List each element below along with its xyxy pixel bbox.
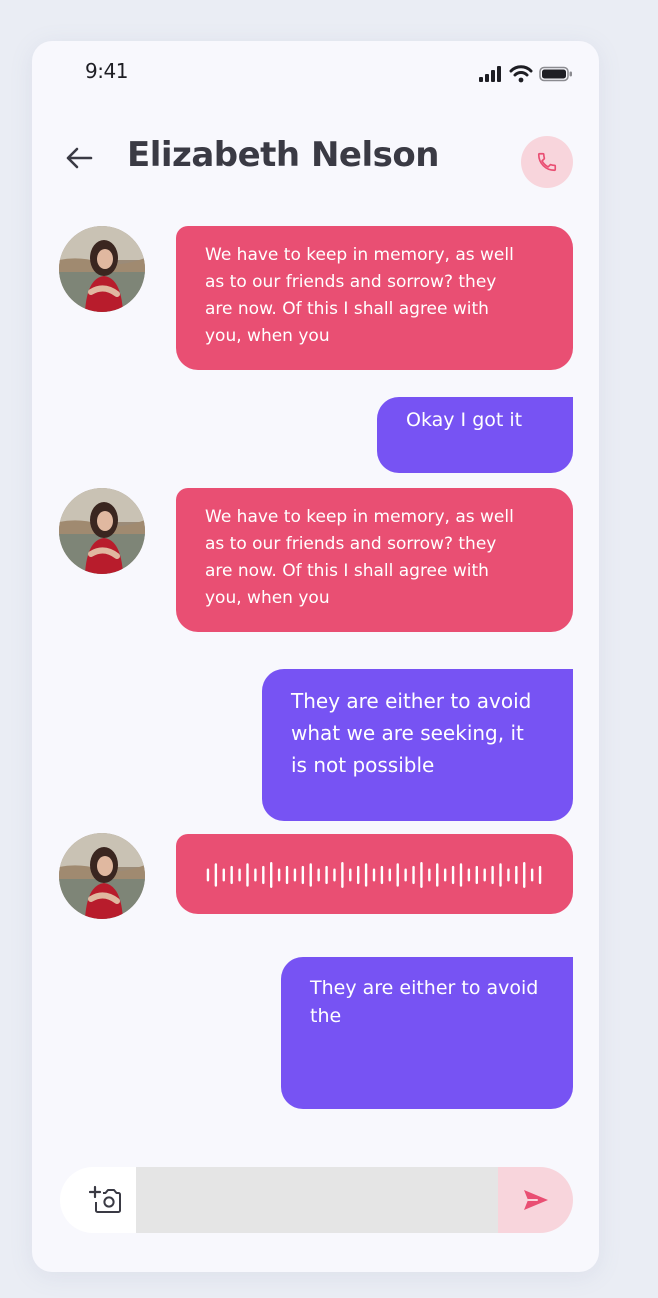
message-text: They are either to avoid what we are see… xyxy=(291,689,532,777)
avatar[interactable] xyxy=(59,488,145,574)
call-button[interactable] xyxy=(521,136,573,188)
message-text: We have to keep in memory, as well as to… xyxy=(205,245,514,346)
waveform-bar xyxy=(538,865,542,885)
waveform-bar xyxy=(356,865,360,885)
waveform-bar xyxy=(499,863,502,887)
message-bubble-incoming[interactable]: We have to keep in memory, as well as to… xyxy=(176,226,573,370)
message-input[interactable] xyxy=(136,1167,498,1233)
waveform-bar xyxy=(443,868,447,882)
waveform-bar xyxy=(404,868,407,882)
message-bubble-outgoing[interactable]: They are either to avoid the xyxy=(281,957,573,1109)
wifi-icon xyxy=(509,65,533,83)
message-bubble-outgoing[interactable]: They are either to avoid what we are see… xyxy=(262,669,573,821)
waveform-bar xyxy=(364,863,368,887)
add-photo-icon xyxy=(89,1185,121,1213)
waveform-bar xyxy=(238,868,241,882)
chat-screen: 9:41 Elizabeth Nelson We have to keep in… xyxy=(32,41,599,1272)
waveform-bar xyxy=(380,865,384,885)
waveform-bar xyxy=(262,865,265,885)
waveform-bar xyxy=(507,868,510,882)
waveform-bar xyxy=(396,863,399,887)
waveform-bar xyxy=(491,865,494,885)
waveform-bar xyxy=(254,868,257,882)
avatar-photo xyxy=(59,833,145,919)
waveform-bar xyxy=(277,868,281,882)
status-time: 9:41 xyxy=(85,59,128,83)
waveform-bar xyxy=(206,868,210,882)
waveform-bar xyxy=(309,863,312,887)
phone-icon xyxy=(537,152,557,172)
message-bubble-incoming[interactable]: We have to keep in memory, as well as to… xyxy=(176,488,573,632)
waveform-bar xyxy=(349,868,352,882)
waveform-bar xyxy=(317,868,320,882)
send-icon xyxy=(523,1190,548,1210)
waveform-bar xyxy=(412,865,415,885)
send-button[interactable] xyxy=(498,1167,573,1233)
message-bubble-outgoing[interactable]: Okay I got it xyxy=(377,397,573,473)
waveform-bar xyxy=(388,868,392,882)
avatar-photo xyxy=(59,488,145,574)
waveform-bar xyxy=(372,868,376,882)
waveform-bar xyxy=(459,863,463,887)
waveform-bar xyxy=(467,868,471,882)
waveform-bar xyxy=(301,865,305,885)
waveform-bar xyxy=(230,865,233,885)
waveform-bar xyxy=(451,865,455,885)
message-text: They are either to avoid the xyxy=(310,977,539,1027)
waveform-bar xyxy=(515,865,518,885)
message-text: We have to keep in memory, as well as to… xyxy=(205,507,514,608)
waveform-bar xyxy=(428,868,431,882)
waveform-bar xyxy=(325,865,328,885)
arrow-left-icon xyxy=(66,147,93,169)
message-composer xyxy=(60,1167,573,1233)
status-icons xyxy=(479,65,573,83)
waveform-bar xyxy=(420,862,423,888)
waveform-bar xyxy=(214,863,218,887)
waveform-bar xyxy=(285,865,289,885)
waveform-bar xyxy=(246,863,249,887)
back-button[interactable] xyxy=(62,141,96,175)
avatar-photo xyxy=(59,226,145,312)
waveform-bar xyxy=(475,865,478,885)
avatar[interactable] xyxy=(59,833,145,919)
contact-name: Elizabeth Nelson xyxy=(127,135,439,175)
signal-icon xyxy=(479,66,501,82)
voice-message-bubble[interactable] xyxy=(176,834,573,914)
voice-waveform xyxy=(206,862,542,888)
waveform-bar xyxy=(523,862,526,888)
waveform-bar xyxy=(333,868,336,882)
waveform-bar xyxy=(222,868,225,882)
waveform-bar xyxy=(293,868,297,882)
message-text: Okay I got it xyxy=(406,409,523,431)
waveform-bar xyxy=(341,862,344,888)
waveform-bar xyxy=(530,868,534,882)
avatar[interactable] xyxy=(59,226,145,312)
battery-icon xyxy=(539,66,572,82)
waveform-bar xyxy=(436,863,439,887)
waveform-bar xyxy=(483,868,486,882)
waveform-bar xyxy=(270,862,273,888)
